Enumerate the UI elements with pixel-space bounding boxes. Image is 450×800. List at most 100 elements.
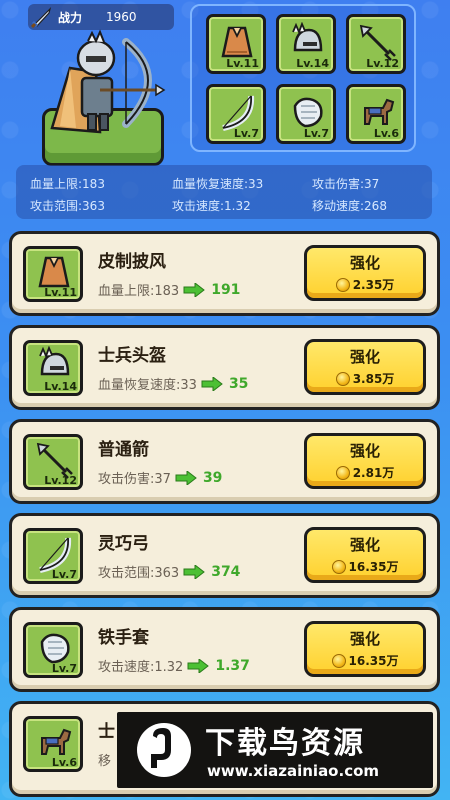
item-card-bow: Lv.7 灵巧弓 攻击范围:363 374 强化 16.35万 — [9, 513, 440, 598]
green-arrow-icon — [175, 470, 197, 485]
item-icon-box: Lv.6 — [23, 716, 83, 772]
stat-hp-regen: 血量恢复速度:33 — [172, 177, 264, 191]
bird-logo-icon — [137, 723, 191, 777]
gold-coin-icon — [335, 277, 350, 292]
item-stat-line: 攻击范围:363 374 — [98, 562, 241, 582]
watermark-url: www.xiazainiao.com — [207, 762, 380, 780]
gold-coin-icon — [335, 465, 350, 480]
item-icon-box: Lv.11 — [23, 246, 83, 302]
item-stat-current: 攻击速度:1.32 — [98, 660, 184, 675]
bow-icon — [222, 95, 255, 131]
upgrade-button[interactable]: 强化 2.35万 — [304, 245, 426, 301]
gauntlet-icon — [293, 97, 323, 128]
equip-level: Lv.7 — [303, 127, 329, 140]
stat-move-speed: 移动速度:268 — [312, 199, 387, 213]
equipment-panel: Lv.11 Lv.14 Lv.12 Lv.7 Lv.7 Lv.6 — [190, 4, 416, 152]
watermark-overlay: 下载鸟资源 www.xiazainiao.com — [117, 712, 433, 788]
horse-icon — [364, 98, 395, 125]
item-icon-box: Lv.7 — [23, 528, 83, 584]
item-level: Lv.14 — [44, 380, 77, 393]
item-card-arrow: Lv.12 普通箭 攻击伤害:37 39 强化 2.81万 — [9, 419, 440, 504]
hero-portrait[interactable] — [30, 28, 180, 166]
item-level: Lv.11 — [44, 286, 77, 299]
item-stat-next: 39 — [202, 469, 223, 486]
equip-slot-helmet[interactable]: Lv.14 — [276, 14, 336, 74]
item-name: 灵巧弓 — [98, 534, 149, 554]
item-stat-current: 血量恢复速度:33 — [98, 378, 197, 393]
archer-knight-icon — [50, 29, 166, 134]
item-level: Lv.12 — [44, 474, 77, 487]
power-label: 战力 — [58, 10, 83, 25]
item-stat-next: 191 — [211, 281, 241, 298]
equip-level: Lv.12 — [366, 57, 399, 70]
arrow-icon — [359, 24, 396, 61]
item-stat-next: 1.37 — [215, 657, 250, 674]
gold-coin-icon — [331, 653, 346, 668]
item-stat-current: 血量上限:183 — [98, 284, 180, 299]
equip-slot-gauntlet[interactable]: Lv.7 — [276, 84, 336, 144]
gold-coin-icon — [335, 371, 350, 386]
item-icon-box: Lv.14 — [23, 340, 83, 396]
sword-icon — [28, 4, 56, 30]
item-stat-current: 攻击伤害:37 — [98, 472, 171, 487]
upgrade-button[interactable]: 强化 16.35万 — [304, 621, 426, 677]
upgrade-button-label: 强化 — [349, 630, 380, 648]
stat-attack-speed: 攻击速度:1.32 — [172, 199, 251, 213]
cape-icon — [221, 26, 253, 58]
upgrade-cost: 16.35万 — [307, 558, 423, 575]
item-level: Lv.7 — [51, 568, 77, 581]
upgrade-button[interactable]: 强化 2.81万 — [304, 433, 426, 489]
item-name: 士兵头盔 — [98, 346, 166, 366]
upgrade-button[interactable]: 强化 16.35万 — [304, 527, 426, 583]
upgrade-cost-value: 16.35万 — [348, 654, 399, 668]
equip-slot-cape[interactable]: Lv.11 — [206, 14, 266, 74]
stat-attack-range: 攻击范围:363 — [30, 199, 105, 213]
upgrade-cost: 16.35万 — [307, 652, 423, 669]
item-level: Lv.7 — [51, 662, 77, 675]
item-stat-next: 374 — [211, 563, 241, 580]
power-bar: 战力 1960 — [28, 4, 174, 30]
upgrade-cost-value: 3.85万 — [352, 372, 395, 386]
stat-attack-damage: 攻击伤害:37 — [312, 177, 380, 191]
item-card-helmet: Lv.14 士兵头盔 血量恢复速度:33 35 强化 3.85万 — [9, 325, 440, 410]
upgrade-button-label: 强化 — [349, 536, 380, 554]
upgrade-cost: 2.81万 — [307, 464, 423, 481]
power-value: 1960 — [106, 10, 137, 24]
item-stat-line: 血量恢复速度:33 35 — [98, 374, 249, 394]
item-icon-box: Lv.12 — [23, 434, 83, 490]
upgrade-button-label: 强化 — [349, 254, 380, 272]
equip-level: Lv.6 — [373, 127, 399, 140]
item-level: Lv.6 — [51, 756, 77, 769]
item-stat-current: 攻击范围:363 — [98, 566, 180, 581]
item-stat-line: 血量上限:183 191 — [98, 280, 241, 300]
gold-coin-icon — [331, 559, 346, 574]
upgrade-cost-value: 2.35万 — [352, 278, 395, 292]
item-stat-line: 攻击速度:1.32 1.37 — [98, 656, 250, 676]
green-arrow-icon — [187, 658, 210, 673]
upgrade-button-label: 强化 — [349, 442, 380, 460]
item-icon-box: Lv.7 — [23, 622, 83, 678]
equip-level: Lv.14 — [296, 57, 329, 70]
item-stat-next: 35 — [228, 375, 249, 392]
equip-slot-bow[interactable]: Lv.7 — [206, 84, 266, 144]
item-name: 铁手套 — [98, 628, 149, 648]
equip-level: Lv.11 — [226, 57, 259, 70]
stats-panel: 血量上限:183 血量恢复速度:33 攻击伤害:37 攻击范围:363 攻击速度… — [16, 165, 432, 219]
item-name: 普通箭 — [98, 440, 149, 460]
item-card-cape: Lv.11 皮制披风 血量上限:183 191 强化 2.35万 — [9, 231, 440, 316]
item-name: 皮制披风 — [98, 252, 166, 272]
upgrade-button[interactable]: 强化 3.85万 — [304, 339, 426, 395]
equip-slot-horse[interactable]: Lv.6 — [346, 84, 406, 144]
upgrade-cost: 2.35万 — [307, 276, 423, 293]
green-arrow-icon — [183, 282, 206, 297]
upgrade-cost-value: 16.35万 — [348, 560, 399, 574]
item-stat-current: 移 — [98, 754, 112, 769]
equip-slot-arrow[interactable]: Lv.12 — [346, 14, 406, 74]
upgrade-button-label: 强化 — [349, 348, 380, 366]
item-stat-line: 攻击伤害:37 39 — [98, 468, 223, 488]
equip-level: Lv.7 — [233, 127, 259, 140]
item-card-gauntlet: Lv.7 铁手套 攻击速度:1.32 1.37 强化 16.35万 — [9, 607, 440, 692]
helmet-icon — [292, 22, 323, 52]
stat-max-hp: 血量上限:183 — [30, 177, 105, 191]
upgrade-cost-value: 2.81万 — [352, 466, 395, 480]
